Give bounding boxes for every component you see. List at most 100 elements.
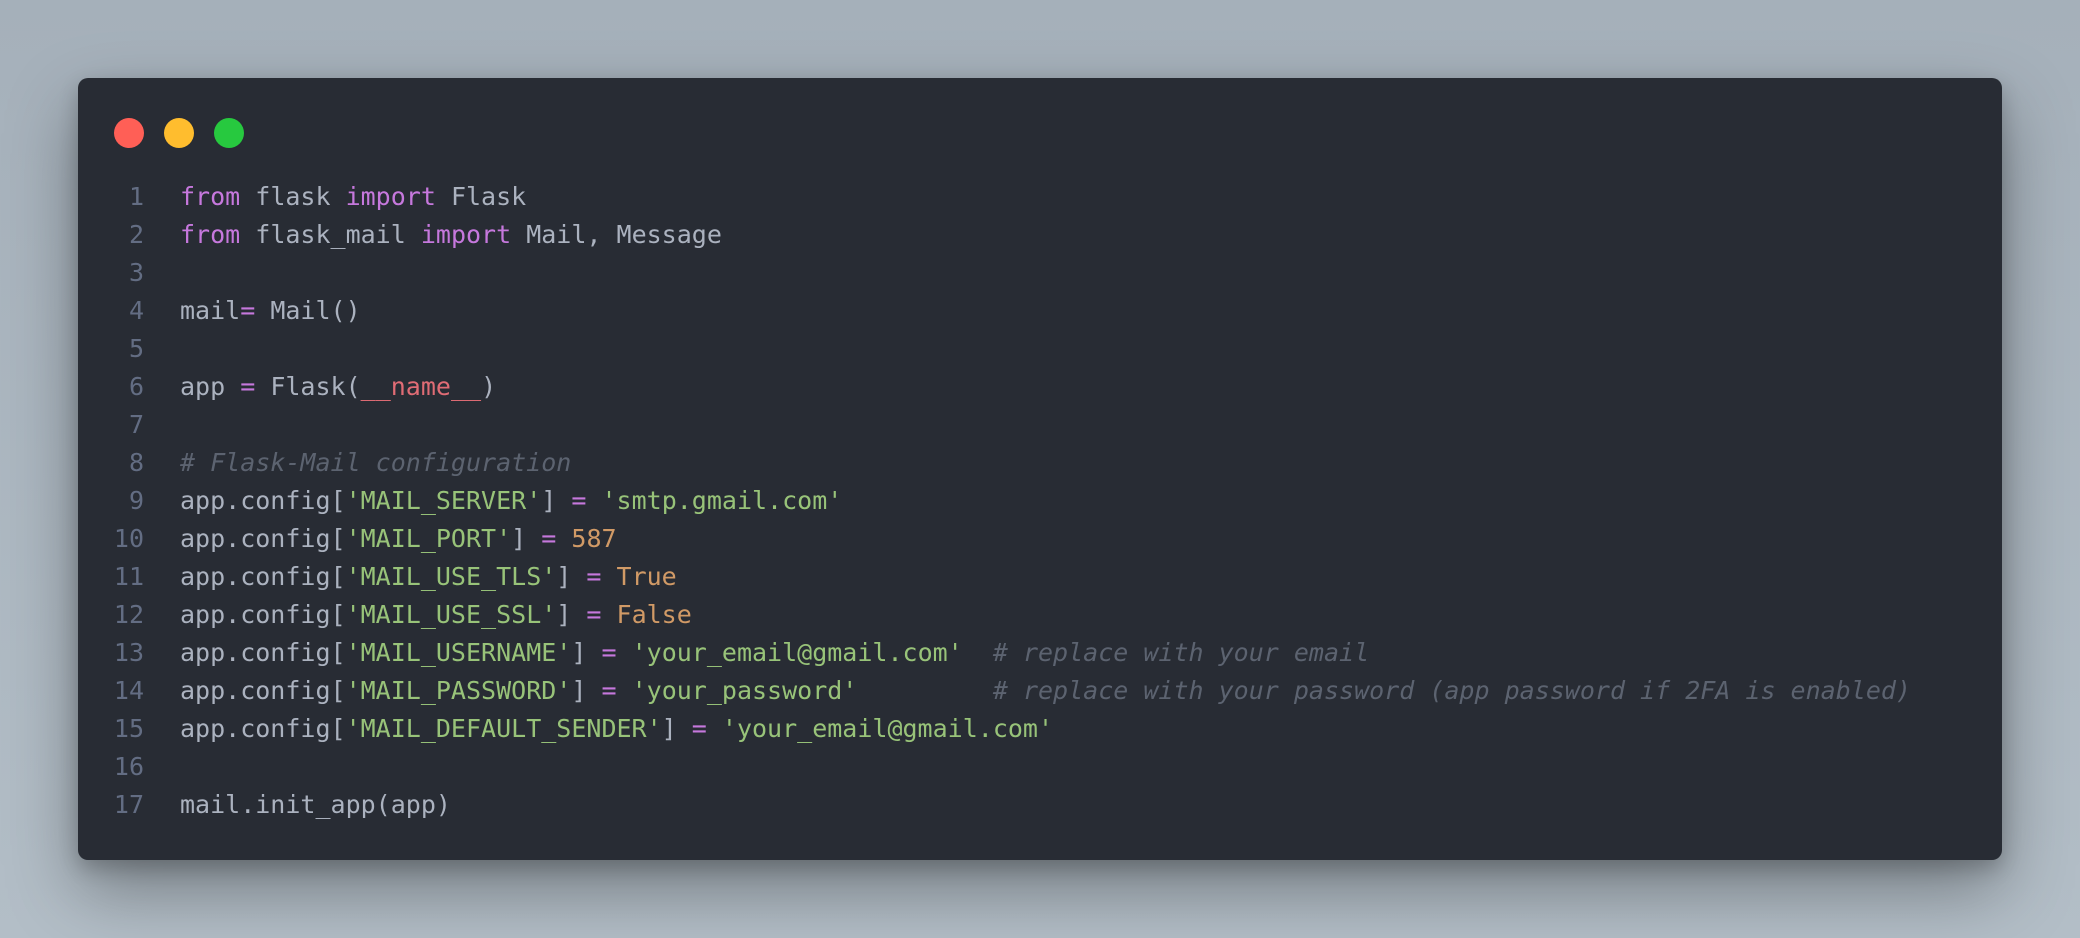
code-token: = <box>541 524 557 553</box>
code-token: = <box>240 296 256 325</box>
line-content <box>180 748 2002 786</box>
line-number: 10 <box>113 524 144 553</box>
line-content: mail.init_app(app) <box>180 786 2002 824</box>
line-number: 16 <box>113 752 144 781</box>
code-token: 'your_password' <box>631 676 858 705</box>
line-number: 12 <box>113 600 144 629</box>
code-token: ] <box>511 524 542 553</box>
line-number: 7 <box>128 410 144 439</box>
code-line: 6 app = Flask(__name__) <box>78 368 2002 406</box>
code-token: app.config[ <box>180 562 346 591</box>
line-content: from flask import Flask <box>180 178 2002 216</box>
code-token: 'MAIL_DEFAULT_SENDER' <box>345 714 662 743</box>
line-content: app.config['MAIL_DEFAULT_SENDER'] = 'you… <box>180 710 2002 748</box>
code-token: 'smtp.gmail.com' <box>601 486 843 515</box>
line-number: 8 <box>128 448 144 477</box>
line-content: app = Flask(__name__) <box>180 368 2002 406</box>
code-token: = <box>691 714 707 743</box>
code-token: = <box>601 676 617 705</box>
line-content <box>180 254 2002 292</box>
code-token: app.config[ <box>180 714 346 743</box>
minimize-icon[interactable] <box>164 118 194 148</box>
code-line: 9 app.config['MAIL_SERVER'] = 'smtp.gmail… <box>78 482 2002 520</box>
code-line: 17 mail.init_app(app) <box>78 786 2002 824</box>
code-token: Flask <box>435 182 527 211</box>
line-content: app.config['MAIL_USE_SSL'] = False <box>180 596 2002 634</box>
line-number: 4 <box>128 296 144 325</box>
code-token: 'MAIL_USERNAME' <box>345 638 572 667</box>
code-line: 5 <box>78 330 2002 368</box>
code-token: app.config[ <box>180 676 346 705</box>
code-token: 'your_email@gmail.com' <box>721 714 1054 743</box>
line-number: 5 <box>128 334 144 363</box>
code-token: False <box>616 600 692 629</box>
code-token: flask_mail <box>240 220 421 249</box>
line-number: 14 <box>113 676 144 705</box>
code-token: # Flask-Mail configuration <box>180 448 572 477</box>
code-token: ] <box>571 638 602 667</box>
window-controls <box>114 118 244 148</box>
line-number: 13 <box>113 638 144 667</box>
code-token: ] <box>661 714 692 743</box>
line-content <box>180 330 2002 368</box>
code-line: 13 app.config['MAIL_USERNAME'] = 'your_em… <box>78 634 2002 672</box>
code-token: 587 <box>571 524 617 553</box>
line-content: app.config['MAIL_USERNAME'] = 'your_emai… <box>180 634 2002 672</box>
code-token: 'MAIL_USE_TLS' <box>345 562 557 591</box>
code-token: # replace with your email <box>992 638 1370 667</box>
code-token: app.config[ <box>180 524 346 553</box>
code-token: Mail() <box>255 296 361 325</box>
line-content: app.config['MAIL_USE_TLS'] = True <box>180 558 2002 596</box>
code-line: 8 # Flask-Mail configuration <box>78 444 2002 482</box>
code-token: 'MAIL_PORT' <box>345 524 512 553</box>
code-token: Mail, Message <box>511 220 722 249</box>
code-token: from <box>180 182 241 211</box>
code-line: 15 app.config['MAIL_DEFAULT_SENDER'] = 'y… <box>78 710 2002 748</box>
code-token: app.config[ <box>180 486 346 515</box>
code-line: 12 app.config['MAIL_USE_SSL'] = False <box>78 596 2002 634</box>
code-line: 3 <box>78 254 2002 292</box>
code-token: ) <box>481 372 497 401</box>
code-window: 1 from flask import Flask 2 from flask_mail… <box>78 78 2002 860</box>
close-icon[interactable] <box>114 118 144 148</box>
line-number: 1 <box>128 182 144 211</box>
line-content: mail= Mail() <box>180 292 2002 330</box>
code-token: from <box>180 220 241 249</box>
code-token: ] <box>556 562 587 591</box>
line-content: from flask_mail import Mail, Message <box>180 216 2002 254</box>
code-token: # replace with your password (app passwo… <box>992 676 1911 705</box>
code-token: flask <box>240 182 346 211</box>
code-token: ] <box>556 600 587 629</box>
code-token: = <box>240 372 256 401</box>
code-line: 2 from flask_mail import Mail, Message <box>78 216 2002 254</box>
code-token: app.config[ <box>180 600 346 629</box>
code-token: True <box>616 562 677 591</box>
line-number: 15 <box>113 714 144 743</box>
code-token: __name__ <box>360 372 482 401</box>
code-token: ] <box>571 676 602 705</box>
code-block: 1 from flask import Flask 2 from flask_mail… <box>78 178 2002 824</box>
code-line: 1 from flask import Flask <box>78 178 2002 216</box>
line-number: 9 <box>128 486 144 515</box>
maximize-icon[interactable] <box>214 118 244 148</box>
code-token: = <box>586 600 602 629</box>
code-line: 7 <box>78 406 2002 444</box>
line-number: 17 <box>113 790 144 819</box>
code-token: = <box>601 638 617 667</box>
code-token: import <box>420 220 512 249</box>
code-token: Flask( <box>255 372 361 401</box>
line-content: # Flask-Mail configuration <box>180 444 2002 482</box>
line-number: 11 <box>113 562 144 591</box>
code-line: 10 app.config['MAIL_PORT'] = 587 <box>78 520 2002 558</box>
code-token: 'MAIL_USE_SSL' <box>345 600 557 629</box>
line-content: app.config['MAIL_PORT'] = 587 <box>180 520 2002 558</box>
code-token: mail <box>180 296 241 325</box>
